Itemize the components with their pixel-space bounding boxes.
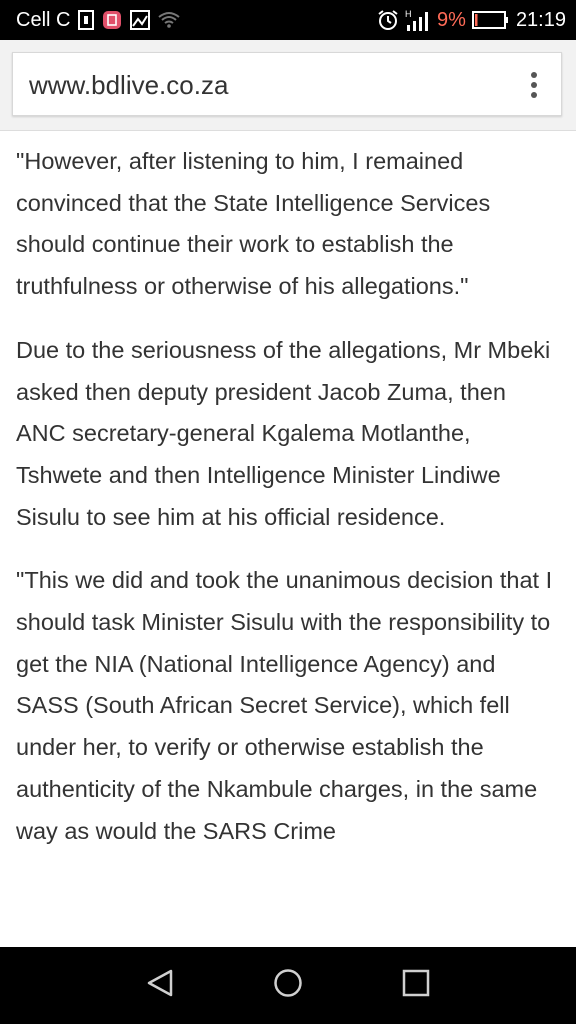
address-bar[interactable]: www.bdlive.co.za [12,52,562,116]
alarm-icon [377,9,399,31]
back-button[interactable] [120,947,200,1024]
recents-icon [402,969,430,1002]
url-text[interactable]: www.bdlive.co.za [29,53,228,117]
battery-icon [471,10,510,30]
page-content[interactable]: "However, after listening to him, I rema… [0,131,576,947]
image-icon [130,10,151,30]
back-icon [145,968,175,1003]
wifi-icon [158,11,181,29]
carrier-name: Cell C [16,8,71,31]
clock: 21:19 [515,8,566,31]
article-paragraph: "However, after listening to him, I rema… [16,148,491,300]
recents-button[interactable] [376,947,456,1024]
navigation-bar [0,947,576,1024]
article-paragraph: Due to the seriousness of the allegation… [16,336,551,530]
signal-icon: H [405,8,431,32]
status-right: H 9% 21:19 [377,0,566,40]
browser-toolbar: www.bdlive.co.za [0,40,576,131]
sim-card-icon [78,10,95,30]
overflow-menu-icon[interactable] [529,71,539,99]
article-body: "However, after listening to him, I rema… [0,131,576,852]
status-left: Cell C [16,0,181,40]
battery-percent: 9% [437,8,466,31]
home-button[interactable] [248,947,328,1024]
status-bar: Cell C H 9% 21:19 [0,0,576,40]
home-icon [273,968,303,1003]
svg-text:H: H [405,9,412,19]
article-paragraph: "This we did and took the unanimous deci… [16,567,553,844]
notification-icon [102,10,122,30]
